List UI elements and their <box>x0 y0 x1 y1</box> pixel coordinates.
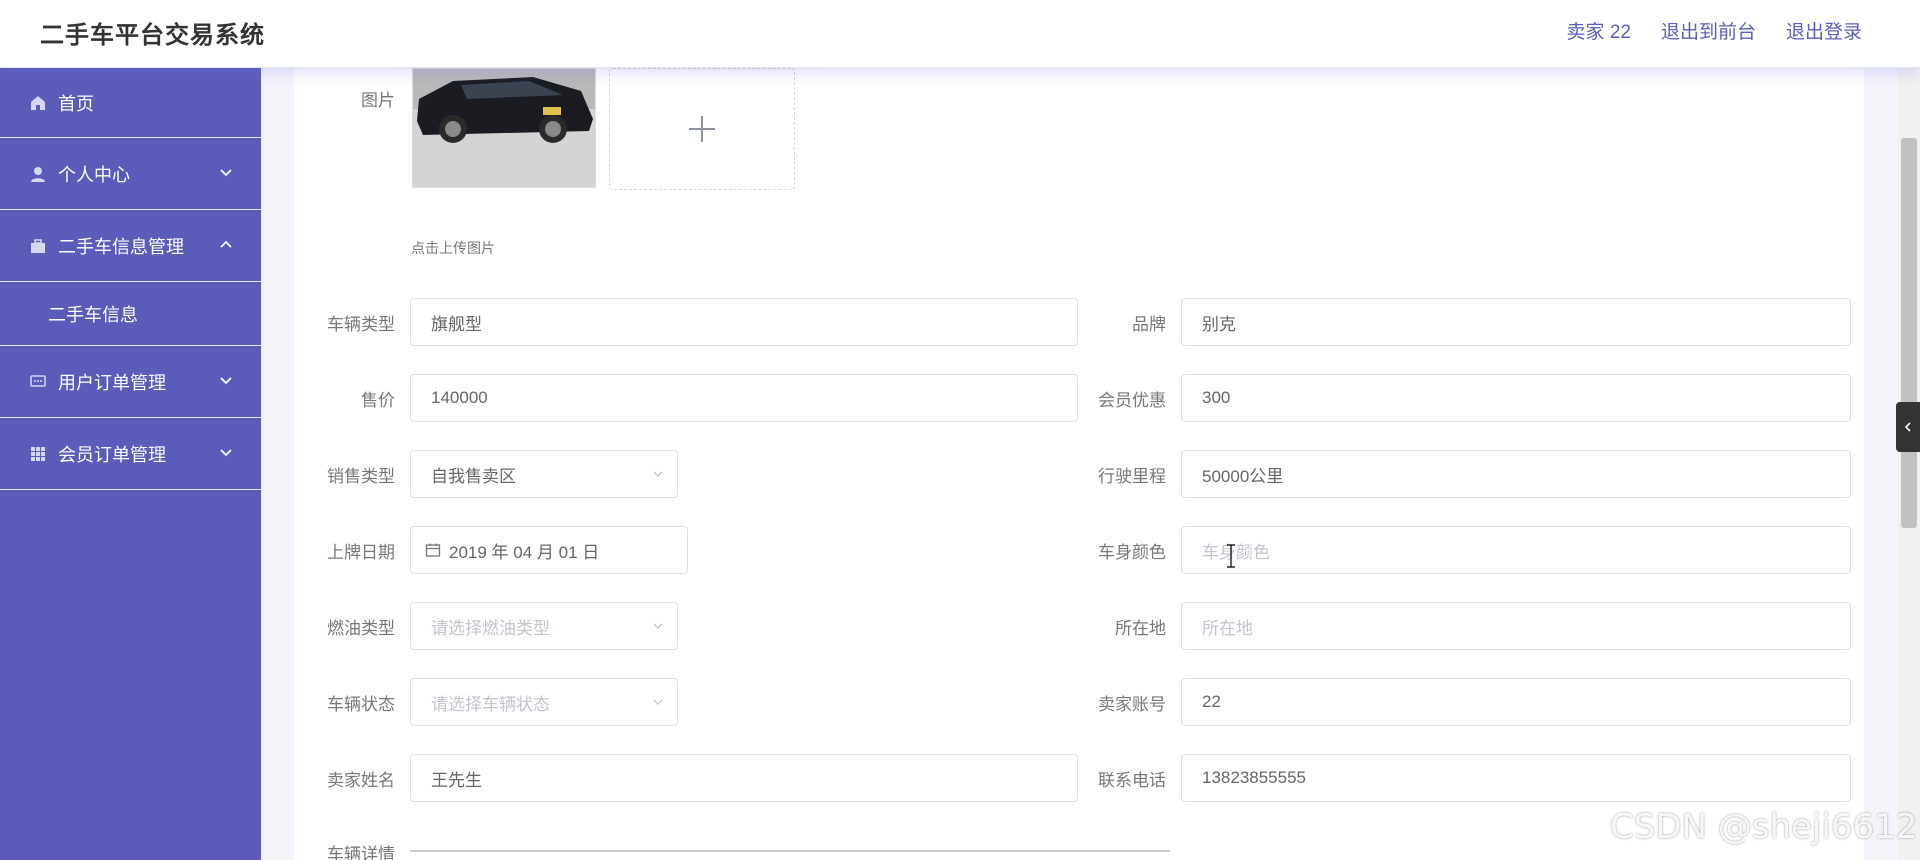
seller-account-input[interactable]: 22 <box>1181 678 1851 726</box>
scrollbar-thumb[interactable] <box>1901 138 1917 528</box>
sidebar-item-personal-center[interactable]: 个人中心 <box>0 138 261 210</box>
brand-label: 品牌 <box>1132 315 1166 334</box>
chevron-up-icon <box>220 240 232 248</box>
member-discount-input[interactable]: 300 <box>1181 374 1851 422</box>
plate-date-value: 2019 年 04 月 01 日 <box>449 542 600 562</box>
sidebar-item-home[interactable]: 首页 <box>0 68 261 138</box>
vehicle-status-placeholder: 请选择车辆状态 <box>431 694 550 714</box>
sale-type-label: 销售类型 <box>327 467 395 486</box>
vehicle-type-label: 车辆类型 <box>327 315 395 334</box>
sidebar-item-member-orders[interactable]: 会员订单管理 <box>0 418 261 490</box>
body-color-label: 车身颜色 <box>1098 543 1166 562</box>
chevron-down-icon <box>220 169 232 177</box>
sidebar-item-label: 会员订单管理 <box>58 444 166 465</box>
seller-account-label: 卖家账号 <box>1098 695 1166 714</box>
collapse-panel-button[interactable] <box>1896 402 1920 452</box>
watermark: CSDN @sheji6612 <box>1610 807 1918 847</box>
text-cursor-icon <box>1227 544 1235 568</box>
price-label: 售价 <box>361 391 395 410</box>
chevron-left-icon <box>1904 422 1911 432</box>
fuel-type-label: 燃油类型 <box>327 619 395 638</box>
mileage-label: 行驶里程 <box>1098 467 1166 486</box>
sidebar-item-label: 二手车信息管理 <box>58 236 184 257</box>
member-discount-label: 会员优惠 <box>1098 391 1166 410</box>
sale-type-select[interactable]: 自我售卖区 <box>410 450 678 498</box>
chevron-down-icon <box>220 449 232 457</box>
grid-icon <box>28 444 48 464</box>
briefcase-icon <box>28 236 48 256</box>
price-input[interactable]: 140000 <box>410 374 1078 422</box>
mileage-input[interactable]: 50000公里 <box>1181 450 1851 498</box>
home-icon <box>28 93 48 113</box>
fuel-type-placeholder: 请选择燃油类型 <box>431 618 550 638</box>
plate-date-picker[interactable]: 2019 年 04 月 01 日 <box>410 526 688 574</box>
upload-image-button[interactable] <box>609 68 795 190</box>
chevron-down-icon <box>653 623 663 629</box>
location-input[interactable]: 所在地 <box>1181 602 1851 650</box>
detail-label: 车辆详情 <box>327 845 395 860</box>
vehicle-type-input[interactable]: 旗舰型 <box>410 298 1078 346</box>
sidebar-item-label: 用户订单管理 <box>58 372 166 393</box>
chat-icon <box>28 372 48 392</box>
sidebar: 首页 个人中心 二手车信息管理 二手车信息 用户订单管理 会员订单管理 <box>0 68 261 860</box>
sale-type-value: 自我售卖区 <box>431 466 516 486</box>
phone-label: 联系电话 <box>1098 771 1166 790</box>
body-color-input[interactable]: 车身颜色 <box>1181 526 1851 574</box>
back-to-front-link[interactable]: 退出到前台 <box>1661 17 1756 44</box>
fuel-type-select[interactable]: 请选择燃油类型 <box>410 602 678 650</box>
header-actions: 卖家 22 退出到前台 退出登录 <box>1567 17 1862 44</box>
app-title: 二手车平台交易系统 <box>40 22 265 49</box>
location-label: 所在地 <box>1115 619 1166 638</box>
brand-input[interactable]: 别克 <box>1181 298 1851 346</box>
plate-date-label: 上牌日期 <box>327 543 395 562</box>
vehicle-status-select[interactable]: 请选择车辆状态 <box>410 678 678 726</box>
current-user-label: 卖家 22 <box>1566 22 1631 43</box>
logout-link[interactable]: 退出登录 <box>1786 17 1862 44</box>
upload-tip: 点击上传图片 <box>411 240 495 256</box>
sidebar-item-label: 个人中心 <box>58 164 130 185</box>
sidebar-subitem-car-info[interactable]: 二手车信息 <box>0 282 261 346</box>
detail-editor[interactable] <box>410 850 1170 860</box>
sidebar-item-car-info-management[interactable]: 二手车信息管理 <box>0 210 261 282</box>
image-label: 图片 <box>361 91 395 110</box>
seller-name-label: 卖家姓名 <box>327 771 395 790</box>
phone-input[interactable]: 13823855555 <box>1181 754 1851 802</box>
vehicle-status-label: 车辆状态 <box>327 695 395 714</box>
top-header: 二手车平台交易系统 卖家 22 退出到前台 退出登录 <box>0 0 1920 68</box>
calendar-icon <box>425 543 441 557</box>
car-image-thumbnail[interactable] <box>412 68 596 188</box>
sidebar-item-user-orders[interactable]: 用户订单管理 <box>0 346 261 418</box>
car-photo-image <box>413 69 595 187</box>
user-icon <box>28 164 48 184</box>
chevron-down-icon <box>220 377 232 385</box>
sidebar-item-label: 首页 <box>58 93 94 114</box>
sidebar-subitem-label: 二手车信息 <box>48 304 138 325</box>
plus-icon <box>689 116 715 142</box>
chevron-down-icon <box>653 471 663 477</box>
seller-name-input[interactable]: 王先生 <box>410 754 1078 802</box>
chevron-down-icon <box>653 699 663 705</box>
